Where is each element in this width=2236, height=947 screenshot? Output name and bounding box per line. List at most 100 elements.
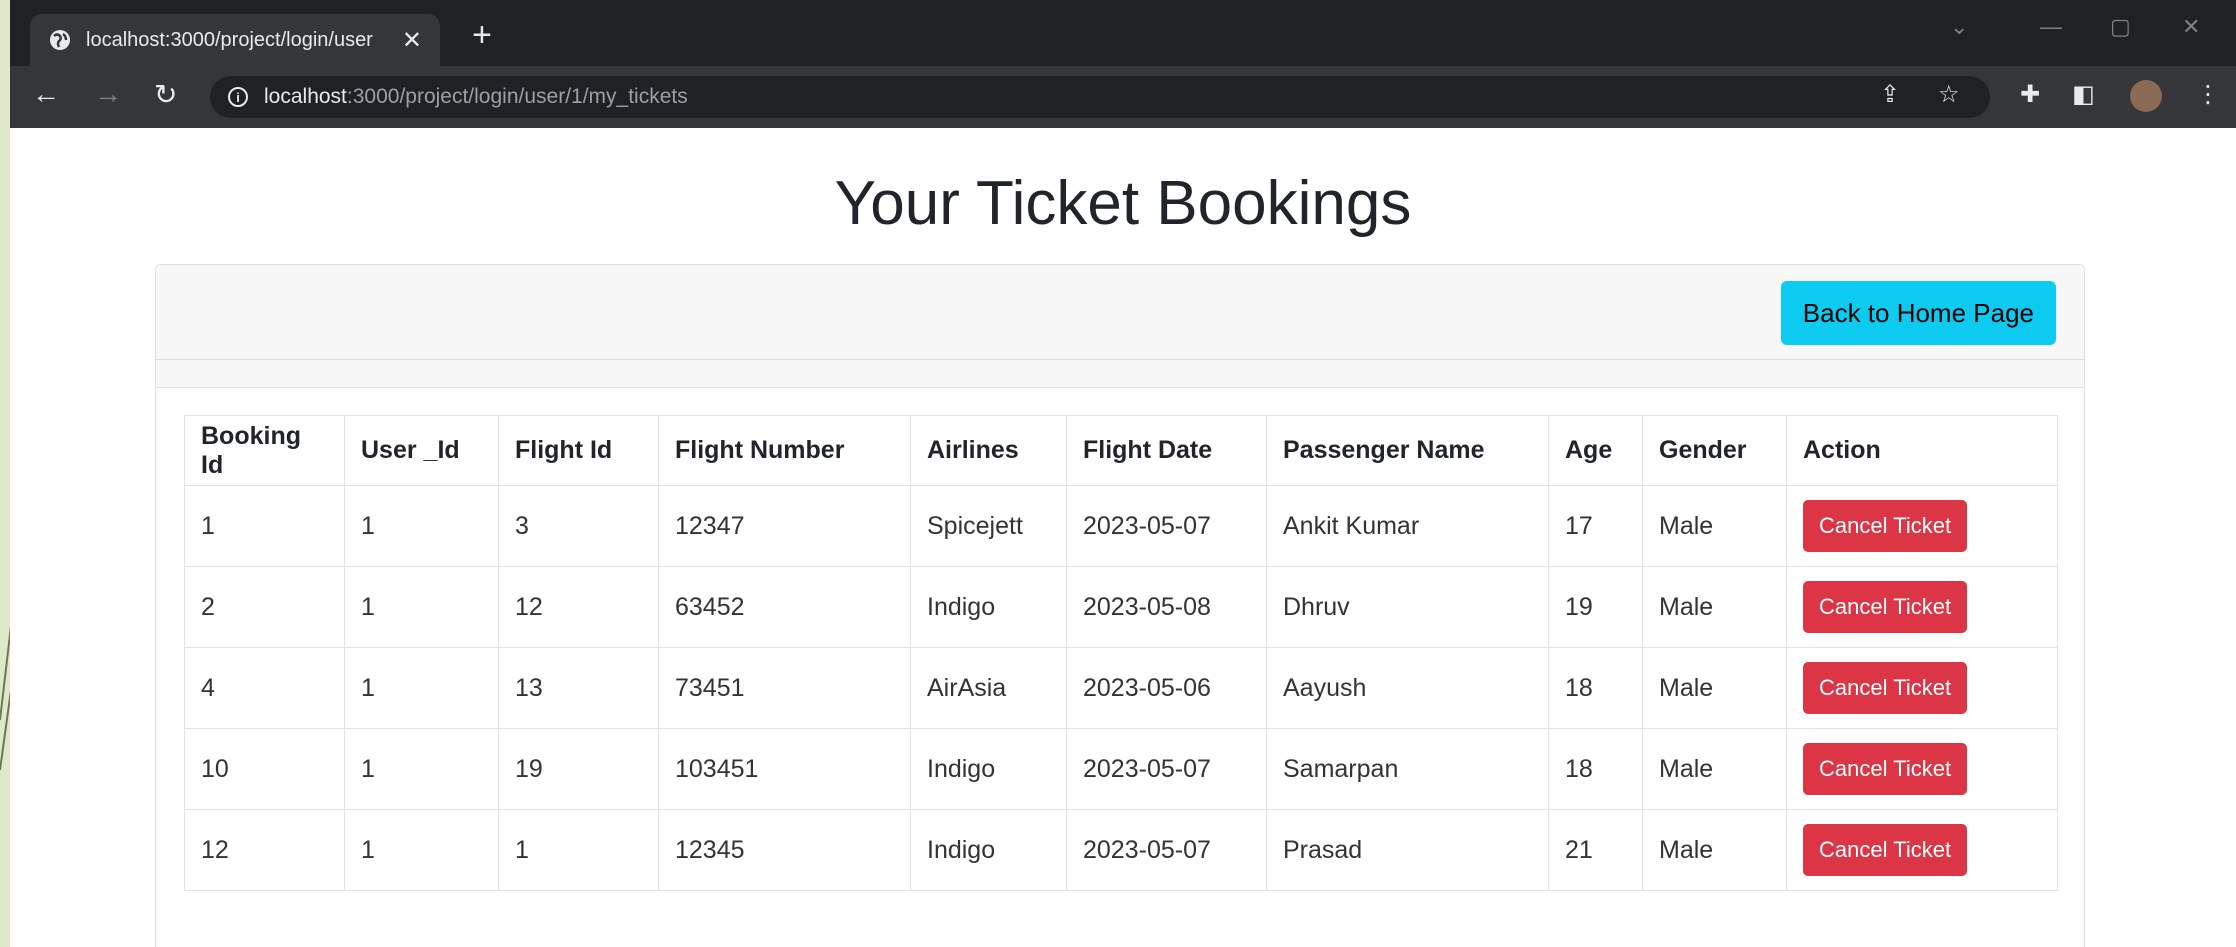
cell-gender: Male [1642, 809, 1787, 891]
cell-flight-number: 63452 [658, 566, 911, 648]
cell-action: Cancel Ticket [1786, 485, 2058, 567]
cell-action: Cancel Ticket [1786, 809, 2058, 891]
globe-icon [50, 30, 70, 50]
cancel-ticket-button[interactable]: Cancel Ticket [1803, 581, 1968, 633]
tab-title: localhost:3000/project/login/user [86, 28, 373, 51]
col-flight-id: Flight Id [498, 415, 659, 486]
address-bar[interactable]: i localhost :3000/project/login/user/1/m… [210, 76, 1990, 118]
cell-booking-id: 10 [184, 728, 345, 810]
cell-flight-number: 12345 [658, 809, 911, 891]
url-path: :3000/project/login/user/1/my_tickets [346, 85, 688, 108]
col-passenger-name: Passenger Name [1266, 415, 1549, 486]
cell-airline: Indigo [910, 566, 1067, 648]
col-action: Action [1786, 415, 2058, 486]
cell-gender: Male [1642, 728, 1787, 810]
cell-passenger-name: Samarpan [1266, 728, 1549, 810]
bookings-card: Back to Home Page Booking Id User _Id Fl… [155, 264, 2085, 947]
card-divider [156, 360, 2084, 388]
table-row: 4 1 13 73451 AirAsia 2023-05-06 Aayush 1… [184, 647, 2058, 729]
share-icon[interactable]: ⇪ [1880, 80, 1900, 109]
cell-airline: Spicejett [910, 485, 1067, 567]
maximize-icon[interactable]: ▢ [2110, 14, 2131, 40]
cell-flight-id: 1 [498, 809, 659, 891]
tab-close-icon[interactable]: ✕ [402, 26, 422, 55]
cell-passenger-name: Aayush [1266, 647, 1549, 729]
page-content: Your Ticket Bookings Back to Home Page B… [10, 128, 2236, 947]
back-to-home-button[interactable]: Back to Home Page [1780, 281, 2056, 345]
card-header: Back to Home Page [156, 265, 2084, 360]
cell-booking-id: 2 [184, 566, 345, 648]
cell-flight-number: 12347 [658, 485, 911, 567]
cell-user-id: 1 [344, 485, 499, 567]
profile-avatar[interactable] [2130, 80, 2162, 112]
table-row: 2 1 12 63452 Indigo 2023-05-08 Dhruv 19 … [184, 566, 2058, 648]
site-info-icon[interactable]: i [228, 87, 248, 107]
cell-age: 21 [1548, 809, 1643, 891]
extensions-icon[interactable]: ✚ [2020, 80, 2040, 109]
cell-flight-id: 19 [498, 728, 659, 810]
cancel-ticket-button[interactable]: Cancel Ticket [1803, 500, 1968, 552]
cell-flight-number: 103451 [658, 728, 911, 810]
cancel-ticket-button[interactable]: Cancel Ticket [1803, 743, 1968, 795]
cell-flight-id: 12 [498, 566, 659, 648]
cell-age: 17 [1548, 485, 1643, 567]
col-gender: Gender [1642, 415, 1787, 486]
col-booking-id: Booking Id [184, 415, 345, 486]
bookings-table: Booking Id User _Id Flight Id Flight Num… [184, 415, 2058, 891]
cell-user-id: 1 [344, 566, 499, 648]
cell-gender: Male [1642, 647, 1787, 729]
col-flight-date: Flight Date [1066, 415, 1267, 486]
cell-user-id: 1 [344, 809, 499, 891]
col-flight-number: Flight Number [658, 415, 911, 486]
new-tab-icon[interactable]: + [472, 16, 492, 55]
browser-window: localhost:3000/project/login/user ✕ + ⌄ … [10, 0, 2236, 947]
window-close-icon[interactable]: ✕ [2182, 14, 2200, 40]
back-arrow-icon[interactable]: ← [32, 78, 60, 110]
cell-flight-id: 3 [498, 485, 659, 567]
cell-gender: Male [1642, 566, 1787, 648]
cell-flight-date: 2023-05-07 [1066, 809, 1267, 891]
cell-passenger-name: Prasad [1266, 809, 1549, 891]
cell-booking-id: 4 [184, 647, 345, 729]
cell-flight-date: 2023-05-08 [1066, 566, 1267, 648]
cell-airline: Indigo [910, 728, 1067, 810]
cell-action: Cancel Ticket [1786, 728, 2058, 810]
cell-gender: Male [1642, 485, 1787, 567]
tab-search-icon[interactable]: ⌄ [1950, 14, 1968, 40]
tab-strip: localhost:3000/project/login/user ✕ + ⌄ … [10, 0, 2236, 66]
cell-passenger-name: Dhruv [1266, 566, 1549, 648]
cell-airline: AirAsia [910, 647, 1067, 729]
col-age: Age [1548, 415, 1643, 486]
cancel-ticket-button[interactable]: Cancel Ticket [1803, 662, 1968, 714]
page-title: Your Ticket Bookings [834, 169, 1412, 238]
cell-age: 19 [1548, 566, 1643, 648]
browser-toolbar: ← → ↻ i localhost :3000/project/login/us… [10, 66, 2236, 128]
cell-airline: Indigo [910, 809, 1067, 891]
col-airlines: Airlines [910, 415, 1067, 486]
table-row: 1 1 3 12347 Spicejett 2023-05-07 Ankit K… [184, 485, 2058, 567]
cell-flight-date: 2023-05-06 [1066, 647, 1267, 729]
table-header-row: Booking Id User _Id Flight Id Flight Num… [184, 415, 2058, 486]
reload-icon[interactable]: ↻ [154, 78, 177, 111]
url-host: localhost [264, 85, 347, 108]
cell-flight-date: 2023-05-07 [1066, 485, 1267, 567]
cell-action: Cancel Ticket [1786, 647, 2058, 729]
cell-booking-id: 12 [184, 809, 345, 891]
side-panel-icon[interactable]: ◧ [2072, 80, 2095, 109]
cancel-ticket-button[interactable]: Cancel Ticket [1803, 824, 1968, 876]
minimize-icon[interactable]: — [2040, 14, 2062, 40]
bookmark-star-icon[interactable]: ☆ [1938, 80, 1960, 109]
forward-arrow-icon[interactable]: → [94, 78, 122, 110]
cell-passenger-name: Ankit Kumar [1266, 485, 1549, 567]
cell-flight-number: 73451 [658, 647, 911, 729]
table-row: 10 1 19 103451 Indigo 2023-05-07 Samarpa… [184, 728, 2058, 810]
browser-tab[interactable]: localhost:3000/project/login/user ✕ [30, 14, 440, 66]
cell-flight-id: 13 [498, 647, 659, 729]
cell-age: 18 [1548, 728, 1643, 810]
menu-kebab-icon[interactable]: ⋮ [2196, 80, 2220, 109]
cell-action: Cancel Ticket [1786, 566, 2058, 648]
table-row: 12 1 1 12345 Indigo 2023-05-07 Prasad 21… [184, 809, 2058, 891]
cell-user-id: 1 [344, 647, 499, 729]
cell-age: 18 [1548, 647, 1643, 729]
cell-user-id: 1 [344, 728, 499, 810]
